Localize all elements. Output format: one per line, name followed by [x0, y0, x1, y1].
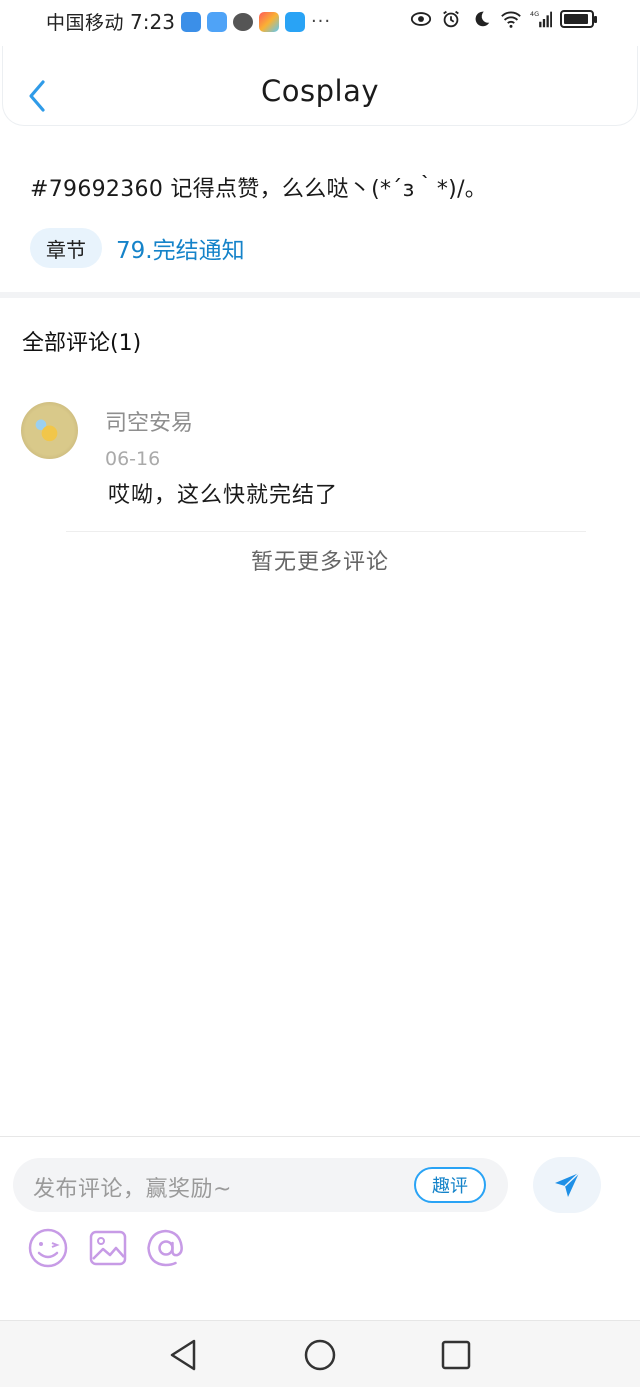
avatar[interactable]: [21, 402, 78, 459]
carrier-label: 中国移动: [46, 12, 125, 34]
comments-heading: 全部评论(1): [22, 331, 142, 356]
clock: 7:23: [130, 9, 175, 34]
page-title: Cosplay: [261, 74, 379, 108]
alarm-icon: [443, 10, 459, 28]
comment-input-placeholder: 发布评论，赢奖励~: [33, 1177, 232, 1202]
comment-date: 06-16: [105, 448, 161, 470]
section-divider: [0, 292, 640, 298]
nav-recents-icon[interactable]: [438, 1337, 474, 1373]
moon-icon: [475, 11, 490, 27]
send-icon: [555, 1172, 580, 1197]
comment-author[interactable]: 司空安易: [105, 405, 193, 437]
message-app-icon: [232, 12, 253, 31]
system-nav-bar: [0, 1320, 640, 1387]
comment-divider: [66, 531, 586, 532]
more-notifications-icon: ···: [310, 11, 332, 32]
cloud-app-icon: [206, 11, 227, 32]
post-content: #79692360 记得点赞，么么哒丶(*´з｀*)/。: [30, 177, 488, 202]
comment-input-bar: 发布评论，赢奖励~ 趣评: [0, 1136, 640, 1319]
chapter-tag: 章节: [30, 228, 102, 268]
app-header: Cosplay: [2, 46, 638, 126]
weather-app-icon: [180, 11, 201, 32]
chapter-row: 章节 79.完结通知: [30, 228, 245, 268]
image-icon[interactable]: [87, 1227, 129, 1269]
mention-icon[interactable]: [145, 1227, 187, 1269]
chapter-link[interactable]: 79.完结通知: [116, 231, 245, 265]
nav-back-icon[interactable]: [166, 1337, 202, 1373]
emoji-icon[interactable]: [27, 1227, 69, 1269]
cellular-signal-icon: 4G: [530, 10, 552, 28]
search-app-icon: [284, 11, 305, 32]
svg-text:4G: 4G: [530, 10, 539, 18]
no-more-comments: 暂无更多评论: [250, 550, 389, 575]
battery-icon: [560, 10, 597, 28]
status-bar: 中国移动 7:23 ··· 4G: [0, 0, 640, 44]
send-button[interactable]: [533, 1157, 601, 1213]
quping-button[interactable]: 趣评: [414, 1167, 486, 1203]
wifi-icon: [501, 11, 521, 28]
comment-input[interactable]: 发布评论，赢奖励~ 趣评: [13, 1158, 508, 1212]
comment-text[interactable]: 哎呦，这么快就完结了: [108, 477, 338, 509]
eye-icon: [410, 12, 432, 26]
nav-home-icon[interactable]: [302, 1337, 338, 1373]
app-store-icon: [258, 11, 279, 32]
